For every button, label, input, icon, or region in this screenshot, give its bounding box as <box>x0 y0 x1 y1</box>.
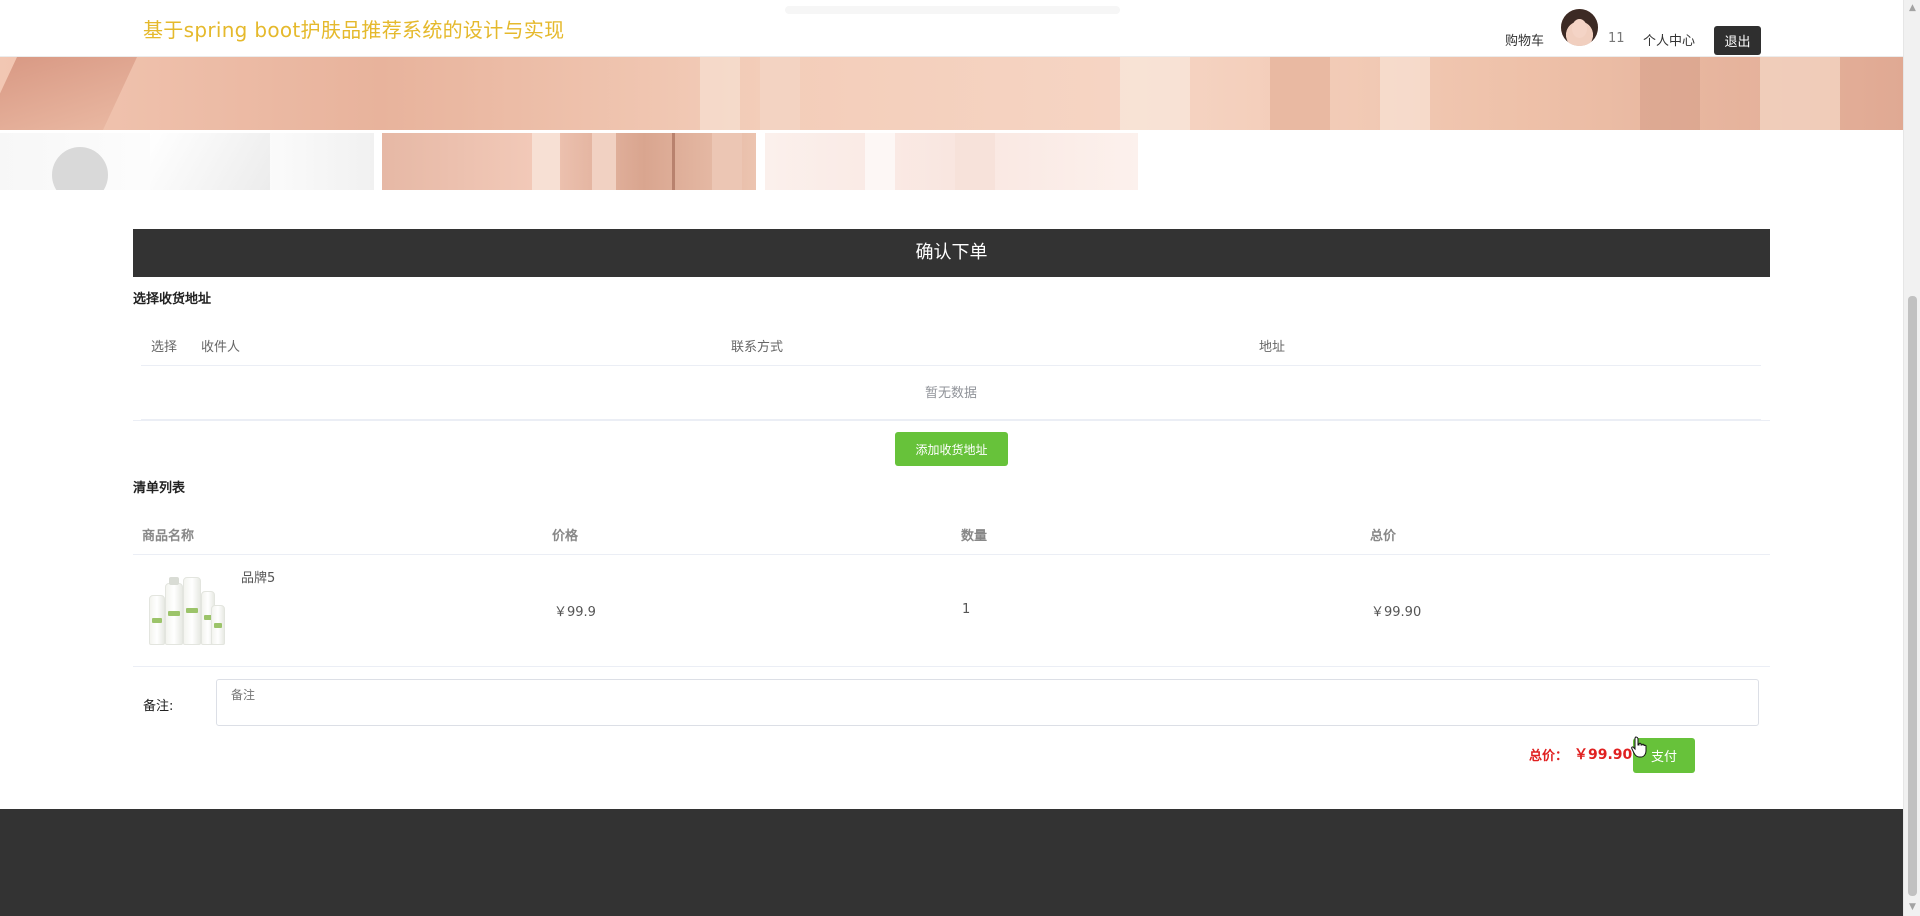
carousel-thumbnail-1[interactable] <box>0 133 374 190</box>
logout-button[interactable]: 退出 <box>1714 26 1761 55</box>
total-price-value: ￥99.90 <box>1574 747 1633 763</box>
user-avatar[interactable] <box>1561 9 1598 46</box>
column-header-address: 地址 <box>1259 340 1286 355</box>
remark-label: 备注: <box>143 699 174 714</box>
address-section-title: 选择收货地址 <box>133 292 212 307</box>
divider <box>133 420 1770 421</box>
hand-cursor-icon <box>1631 736 1647 758</box>
column-header-contact: 联系方式 <box>731 340 784 355</box>
column-header-product-name: 商品名称 <box>142 529 195 544</box>
column-header-total: 总价 <box>1370 529 1397 544</box>
page: 基于spring boot护肤品推荐系统的设计与实现 购物车 11 个人中心 退… <box>0 0 1903 916</box>
product-image[interactable] <box>145 571 227 649</box>
address-table-header: 选择 收件人 联系方式 地址 <box>141 326 1761 366</box>
order-list-header: 商品名称 价格 数量 总价 <box>133 518 1770 555</box>
column-header-select: 选择 <box>151 340 178 355</box>
order-list-section-title: 清单列表 <box>133 481 186 496</box>
scrollbar-thumb[interactable] <box>1908 296 1917 896</box>
product-quantity: 1 <box>962 602 971 617</box>
total-price-label: 总价： <box>1529 749 1569 764</box>
remark-textarea[interactable] <box>216 679 1759 726</box>
header-decoration <box>785 6 1120 14</box>
product-total: ￥99.90 <box>1371 605 1422 620</box>
scroll-up-arrow-icon[interactable]: ▲ <box>1904 0 1920 17</box>
address-empty-text: 暂无数据 <box>141 367 1761 420</box>
nav-cart-link[interactable]: 购物车 <box>1505 30 1544 49</box>
avatar-face <box>1572 19 1587 38</box>
top-navbar: 基于spring boot护肤品推荐系统的设计与实现 购物车 11 个人中心 退… <box>0 0 1903 57</box>
column-header-recipient: 收件人 <box>201 340 241 355</box>
banner-carousel-image[interactable] <box>0 57 1903 130</box>
confirm-order-header: 确认下单 <box>133 229 1770 277</box>
table-row: 品牌5 ￥99.9 1 ￥99.90 <box>133 555 1770 667</box>
site-title[interactable]: 基于spring boot护肤品推荐系统的设计与实现 <box>143 14 564 43</box>
carousel-thumbnails <box>0 133 1903 190</box>
nav-profile-link[interactable]: 个人中心 <box>1643 30 1695 49</box>
carousel-thumbnail-3[interactable] <box>765 133 1138 190</box>
user-count: 11 <box>1608 31 1625 46</box>
column-header-price: 价格 <box>552 529 579 544</box>
column-header-quantity: 数量 <box>961 529 988 544</box>
scroll-down-arrow-icon[interactable]: ▼ <box>1904 899 1920 916</box>
product-price: ￥99.9 <box>554 605 596 620</box>
carousel-thumbnail-2[interactable] <box>382 133 756 190</box>
vertical-scrollbar[interactable]: ▲ ▼ <box>1903 0 1920 916</box>
product-name: 品牌5 <box>241 571 276 586</box>
page-footer <box>0 809 1903 916</box>
add-address-button[interactable]: 添加收货地址 <box>895 432 1008 466</box>
